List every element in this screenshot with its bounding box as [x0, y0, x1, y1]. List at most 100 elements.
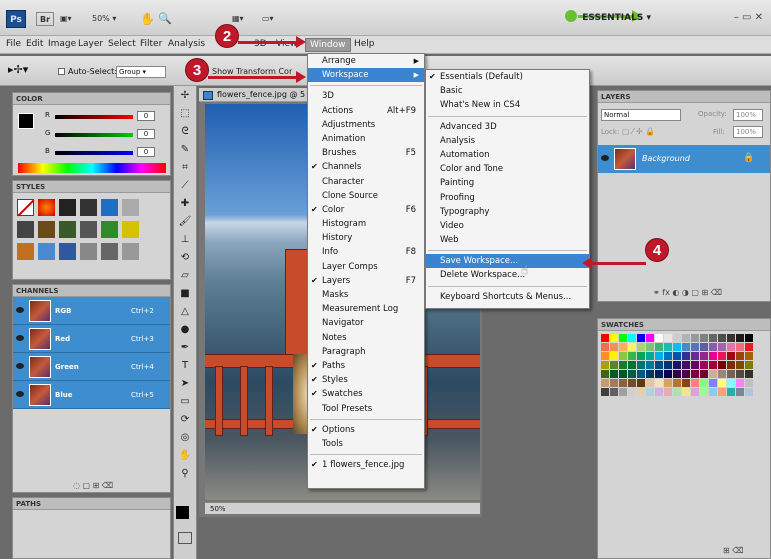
color-swatch[interactable] [691, 352, 699, 360]
color-swatch[interactable] [709, 361, 717, 369]
color-swatch[interactable] [727, 334, 735, 342]
color-swatch[interactable] [673, 370, 681, 378]
color-swatch[interactable] [736, 379, 744, 387]
color-swatch[interactable] [610, 379, 618, 387]
style-swatch[interactable] [38, 221, 55, 238]
blur-tool-icon[interactable]: △ [176, 303, 194, 320]
color-swatch[interactable] [727, 388, 735, 396]
menu-item-analysis[interactable]: Analysis [426, 134, 589, 148]
eye-icon[interactable] [16, 307, 24, 313]
color-swatch[interactable] [700, 343, 708, 351]
style-swatch[interactable] [59, 199, 76, 216]
color-swatch[interactable] [601, 370, 609, 378]
color-swatch[interactable] [664, 388, 672, 396]
hand-tool-icon[interactable]: ✋ [140, 12, 155, 26]
color-swatch[interactable] [727, 361, 735, 369]
style-swatch[interactable] [101, 243, 118, 260]
show-transform-controls-label[interactable]: Show Transform Controls [212, 67, 292, 76]
color-swatch[interactable] [682, 361, 690, 369]
menu-item-automation[interactable]: Automation [426, 148, 589, 162]
eraser-tool-icon[interactable]: ▱ [176, 267, 194, 284]
auto-select-dropdown[interactable]: Group ▾ [116, 66, 166, 78]
color-swatch[interactable] [610, 388, 618, 396]
menu-item-video[interactable]: Video [426, 219, 589, 233]
color-swatch[interactable] [628, 379, 636, 387]
paths-panel-tab[interactable]: PATHS [13, 498, 170, 510]
color-swatch[interactable] [601, 379, 609, 387]
screen-mode-button[interactable]: ▭▾ [262, 12, 274, 26]
color-swatch[interactable] [682, 334, 690, 342]
color-swatch[interactable] [637, 361, 645, 369]
menu-item-paths[interactable]: ✔ Paths [308, 359, 424, 373]
color-swatch[interactable] [601, 388, 609, 396]
eye-icon[interactable] [16, 363, 24, 369]
view-extras-button[interactable]: ▣▾ [60, 12, 82, 26]
eyedropper-tool-icon[interactable]: ⟋ [176, 177, 194, 194]
fill-input[interactable]: 100% [733, 126, 763, 138]
style-swatch[interactable] [80, 221, 97, 238]
color-swatch[interactable] [619, 334, 627, 342]
lasso-tool-icon[interactable]: ᘓ [176, 123, 194, 140]
color-spectrum-bar[interactable] [18, 163, 166, 173]
clone-stamp-tool-icon[interactable]: ⊥ [176, 231, 194, 248]
style-swatch[interactable] [80, 199, 97, 216]
menu-item-web[interactable]: Web [426, 233, 589, 247]
color-swatch[interactable] [628, 352, 636, 360]
color-swatch[interactable] [601, 352, 609, 360]
menu-item-styles[interactable]: ✔ Styles [308, 373, 424, 387]
menu-layer[interactable]: Layer [78, 39, 103, 49]
color-swatch[interactable] [673, 352, 681, 360]
color-swatch[interactable] [637, 334, 645, 342]
color-swatch[interactable] [610, 343, 618, 351]
channel-row-blue[interactable]: Blue Ctrl+5 [13, 381, 170, 409]
brush-tool-icon[interactable]: 🖌 [176, 213, 194, 230]
document-zoom[interactable]: 50% [210, 505, 226, 513]
color-swatch[interactable] [745, 361, 753, 369]
gradient-tool-icon[interactable]: ■ [176, 285, 194, 302]
color-swatch[interactable] [610, 334, 618, 342]
foreground-color-chip[interactable] [176, 506, 189, 519]
menu-item-histogram[interactable]: Histogram [308, 217, 424, 231]
menu-item-arrange[interactable]: Arrange ▶ [308, 54, 424, 68]
red-value-input[interactable]: 0 [137, 111, 155, 121]
color-swatch[interactable] [736, 352, 744, 360]
crop-tool-icon[interactable]: ⌗ [176, 159, 194, 176]
menu-item-1-flowers-fence-jpg[interactable]: ✔ 1 flowers_fence.jpg [308, 458, 424, 472]
blend-mode-dropdown[interactable]: Normal [601, 109, 681, 121]
color-swatch[interactable] [682, 343, 690, 351]
window-controls[interactable]: – ▭ ✕ [734, 12, 763, 23]
menu-item-painting[interactable]: Painting [426, 176, 589, 190]
3d-rotate-tool-icon[interactable]: ⟳ [176, 411, 194, 428]
history-brush-tool-icon[interactable]: ⟲ [176, 249, 194, 266]
color-swatch[interactable] [736, 388, 744, 396]
color-swatch[interactable] [682, 388, 690, 396]
color-swatch[interactable] [691, 370, 699, 378]
menu-item-brushes[interactable]: Brushes F5 [308, 146, 424, 160]
menu-item-proofing[interactable]: Proofing [426, 191, 589, 205]
color-swatch[interactable] [601, 343, 609, 351]
color-swatch[interactable] [673, 343, 681, 351]
color-swatch[interactable] [610, 370, 618, 378]
swatch-footer-icons[interactable]: ⊞ ⌫ [723, 546, 744, 555]
style-swatch[interactable] [17, 199, 35, 217]
color-swatch[interactable] [673, 361, 681, 369]
menu-item-save-workspace[interactable]: Save Workspace... [426, 254, 589, 269]
foreground-color-swatch[interactable] [18, 113, 34, 129]
menu-item-what-s-new-in-cs4[interactable]: What's New in CS4 [426, 98, 589, 112]
color-swatch[interactable] [619, 352, 627, 360]
style-swatch[interactable] [80, 243, 97, 260]
channels-panel-tab[interactable]: CHANNELS [13, 285, 170, 297]
green-value-input[interactable]: 0 [137, 129, 155, 139]
color-swatch[interactable] [637, 343, 645, 351]
menu-edit[interactable]: Edit [26, 39, 43, 49]
channel-row-rgb[interactable]: RGB Ctrl+2 [13, 297, 170, 325]
menu-item-essentials-default[interactable]: ✔ Essentials (Default) [426, 70, 589, 84]
color-swatch[interactable] [700, 334, 708, 342]
menu-item-tool-presets[interactable]: Tool Presets [308, 402, 424, 416]
style-swatch[interactable] [122, 199, 139, 216]
menu-item-info[interactable]: Info F8 [308, 245, 424, 259]
color-swatch[interactable] [727, 352, 735, 360]
menu-item-actions[interactable]: Actions Alt+F9 [308, 104, 424, 118]
style-swatch[interactable] [17, 221, 34, 238]
color-swatch[interactable] [646, 361, 654, 369]
